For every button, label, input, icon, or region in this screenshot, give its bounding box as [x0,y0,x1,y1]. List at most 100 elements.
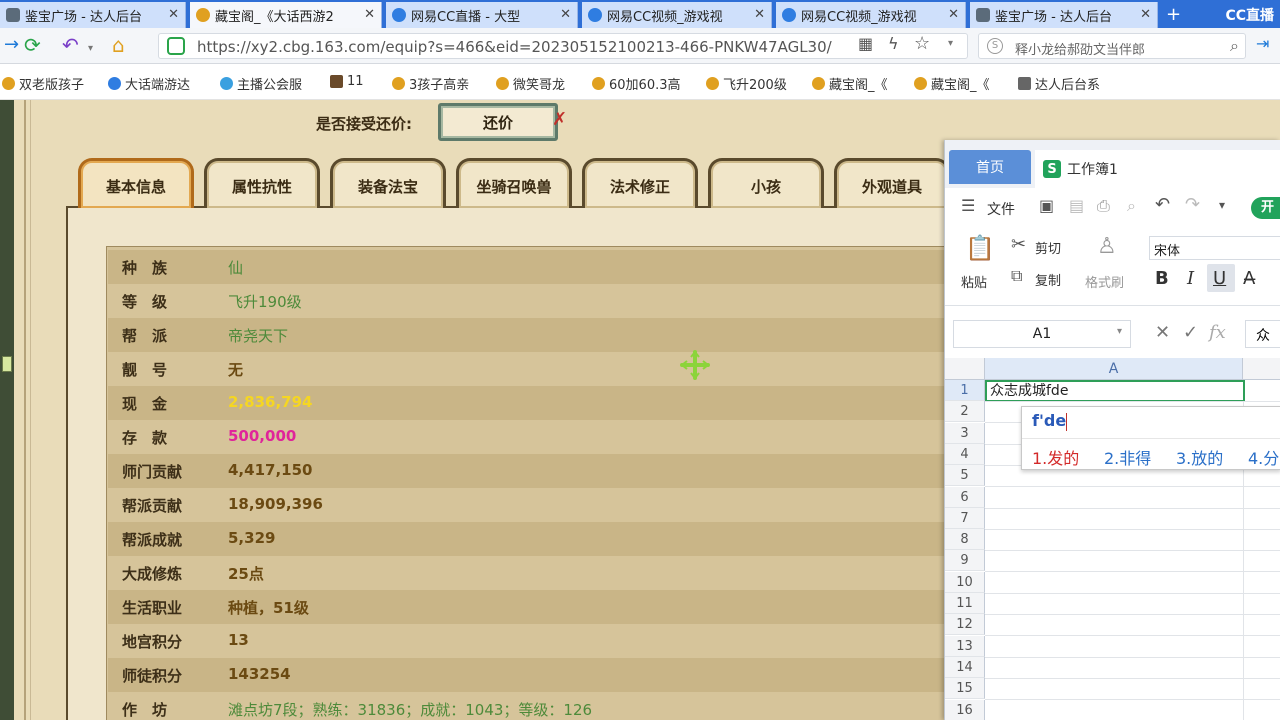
row-header[interactable]: 10 [945,571,985,593]
print-icon[interactable]: ⎙ [1097,196,1110,216]
ime-candidate[interactable]: 3.放的 [1176,445,1223,469]
save-icon[interactable]: ▣ [1039,196,1054,215]
bookmark[interactable]: 大话端游达 [108,74,190,93]
row-header[interactable]: 1 [945,380,985,401]
refresh-icon[interactable]: ⟳ [24,34,41,56]
tab-home[interactable]: 首页 [949,150,1031,184]
preview-icon[interactable]: ⌕ [1127,196,1136,216]
bookmark[interactable]: 微笑哥龙 [496,74,565,93]
row-header[interactable]: 11 [945,593,985,614]
row-header[interactable]: 8 [945,529,985,551]
search-input[interactable]: S 释小龙给郝劭文当伴郎 ⌕ [978,33,1246,59]
bookmark[interactable]: 60加60.3高 [592,74,681,93]
row-header[interactable]: 5 [945,465,985,487]
new-tab-icon[interactable]: + [1166,4,1181,25]
function-icon[interactable]: fx [1209,322,1226,343]
column-header-a[interactable]: A [985,358,1243,380]
tab-workbook[interactable]: S 工作簿1 [1035,150,1280,188]
browser-tab[interactable]: 网易CC视频_游戏视 ✕ [776,2,966,28]
ime-candidate[interactable]: 1.发的 [1032,445,1079,469]
bookmark[interactable]: 11 [330,74,364,89]
tab-children[interactable]: 小孩 [708,158,824,208]
select-all-corner[interactable] [945,358,985,380]
bold-button[interactable]: B [1155,268,1169,289]
browser-tab[interactable]: 藏宝阁_《大话西游2 ✕ [190,2,382,28]
tab-appearance[interactable]: 外观道具 [834,158,950,208]
qr-icon[interactable]: ▦ [858,34,873,53]
close-icon[interactable]: ✕ [560,7,571,22]
counter-offer-button[interactable]: 还价 [438,103,558,141]
italic-button[interactable]: I [1187,268,1194,289]
start-tab[interactable]: 开 [1251,197,1280,219]
home-icon[interactable]: ⌂ [112,34,125,56]
row-header[interactable]: 6 [945,486,985,508]
undo-icon[interactable]: ↶ [1155,194,1170,215]
column-header[interactable] [1243,358,1280,380]
row-header[interactable]: 2 [945,401,985,423]
bookmark[interactable]: 藏宝阁_《 [812,74,888,93]
menu-file[interactable]: 文件 [987,199,1015,219]
row-header[interactable]: 7 [945,507,985,529]
search-icon[interactable]: ⌕ [1230,36,1239,56]
cancel-icon[interactable]: ✕ [1155,322,1170,343]
browser-tab[interactable]: 鉴宝广场 - 达人后台 ✕ [970,2,1158,28]
browser-tab[interactable]: 网易CC直播 - 大型 ✕ [386,2,578,28]
row-header[interactable]: 14 [945,656,985,678]
bookmark[interactable]: 主播公会服 [220,74,302,93]
close-icon[interactable]: ✕ [168,7,179,22]
bookmark[interactable]: 达人后台系 [1018,74,1100,93]
format-brush-icon[interactable]: ♙ [1097,234,1117,259]
close-icon[interactable]: ✕ [754,7,765,22]
cell-a1[interactable]: 众志成城fde [985,380,1245,402]
row-header[interactable]: 3 [945,422,985,444]
tab-mounts-pets[interactable]: 坐骑召唤兽 [456,158,572,208]
tab-equipment[interactable]: 装备法宝 [330,158,446,208]
bookmark[interactable]: 3孩子高亲 [392,74,469,93]
row-header[interactable]: 4 [945,443,985,465]
row-header[interactable]: 9 [945,550,985,572]
chevron-down-icon[interactable]: ▾ [88,38,93,60]
close-icon[interactable]: ✕ [948,7,959,22]
paste-button[interactable]: 粘贴 [961,272,987,291]
browser-tab[interactable]: 网易CC视频_游戏视 ✕ [582,2,772,28]
bookmark[interactable]: 双老版孩子 [2,74,84,93]
copy-button[interactable]: 复制 [1035,270,1061,289]
forward-icon[interactable]: → [4,34,19,56]
row-header[interactable]: 13 [945,635,985,657]
tab-spell-mods[interactable]: 法术修正 [582,158,698,208]
undo-icon[interactable]: ↶ [62,34,79,56]
row-header[interactable]: 16 [945,699,985,720]
paste-icon[interactable]: 📋 [965,234,995,262]
chevron-down-icon[interactable]: ▾ [1117,326,1122,337]
redo-icon[interactable]: ↷ [1185,194,1200,215]
lightning-icon[interactable]: ϟ [888,34,899,53]
font-select[interactable]: 宋体 [1149,236,1280,260]
confirm-icon[interactable]: ✓ [1183,322,1198,343]
formula-input[interactable]: 众 [1245,320,1280,348]
close-icon[interactable]: ✕ [364,7,375,22]
browser-tab[interactable]: 鉴宝广场 - 达人后台 ✕ [0,2,186,28]
row-header[interactable]: 15 [945,678,985,700]
format-painter-button[interactable]: 格式刷 [1085,272,1124,291]
tab-basic-info[interactable]: 基本信息 [78,158,194,208]
bookmark[interactable]: 藏宝阁_《 [914,74,990,93]
login-icon[interactable]: ⇥ [1256,34,1269,53]
cut-button[interactable]: 剪切 [1035,238,1061,257]
copy-icon[interactable]: ⧉ [1011,266,1022,286]
ime-candidate[interactable]: 4.分 [1248,445,1279,469]
name-box[interactable]: A1 [953,320,1131,348]
chevron-down-icon[interactable]: ▾ [1219,198,1225,212]
scroll-handle[interactable] [2,356,12,372]
hamburger-icon[interactable]: ☰ [961,196,975,215]
bookmark[interactable]: 飞升200级 [706,74,787,93]
scissors-icon[interactable]: ✂ [1011,234,1026,255]
ime-candidate[interactable]: 2.非得 [1104,445,1151,469]
chevron-down-icon[interactable]: ▾ [948,38,953,49]
close-icon[interactable]: ✕ [1140,7,1151,22]
tab-attributes[interactable]: 属性抗性 [204,158,320,208]
star-icon[interactable]: ☆ [914,33,930,54]
row-header[interactable]: 12 [945,614,985,636]
url-field[interactable]: https://xy2.cbg.163.com/equip?s=466&eid=… [158,33,968,59]
strikethrough-button[interactable]: A̶ [1243,268,1255,289]
export-icon[interactable]: ▤ [1069,196,1084,215]
